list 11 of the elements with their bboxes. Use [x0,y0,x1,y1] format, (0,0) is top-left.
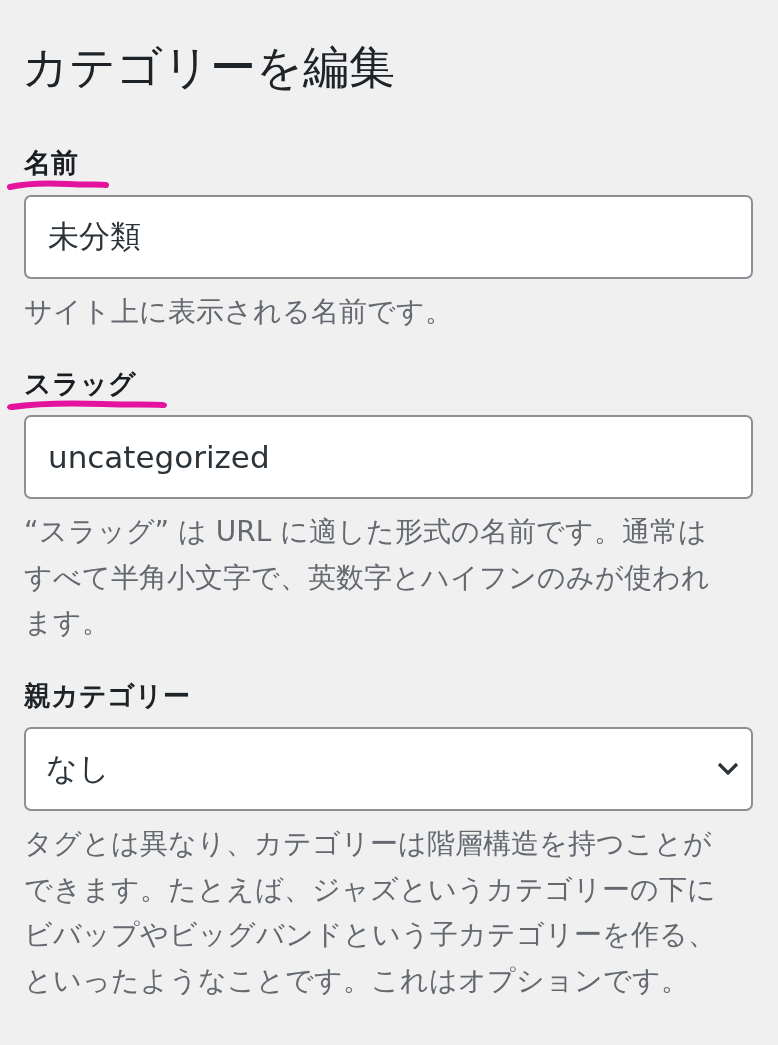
text-field[interactable]: 未分類 [24,194,753,279]
chevron-down-icon [717,762,739,777]
field-label: スラッグ [24,368,136,401]
help-text: タグとは異なり、カテゴリーは階層構造を持つことができます。たとえば、ジャズというカテゴリーの下にビバップやビッグバンドという子カテゴリーを作る、といったようなことです。これはオプションです。 [24,826,717,999]
field-label: 親カテゴリー [24,679,190,713]
dropdown-field[interactable]: なし [24,727,753,812]
page-title: カテゴリーを編集 [22,40,395,96]
text-field[interactable]: uncategorized [24,415,753,500]
field-label: 名前 [24,147,78,180]
help-text: サイト上に表示される名前です。 [24,293,454,330]
help-text: “スラッグ” は URL に適した形式の名前です。通常はすべて半角小文字で、英数字とハイフンのみが使われます。 [24,514,711,642]
